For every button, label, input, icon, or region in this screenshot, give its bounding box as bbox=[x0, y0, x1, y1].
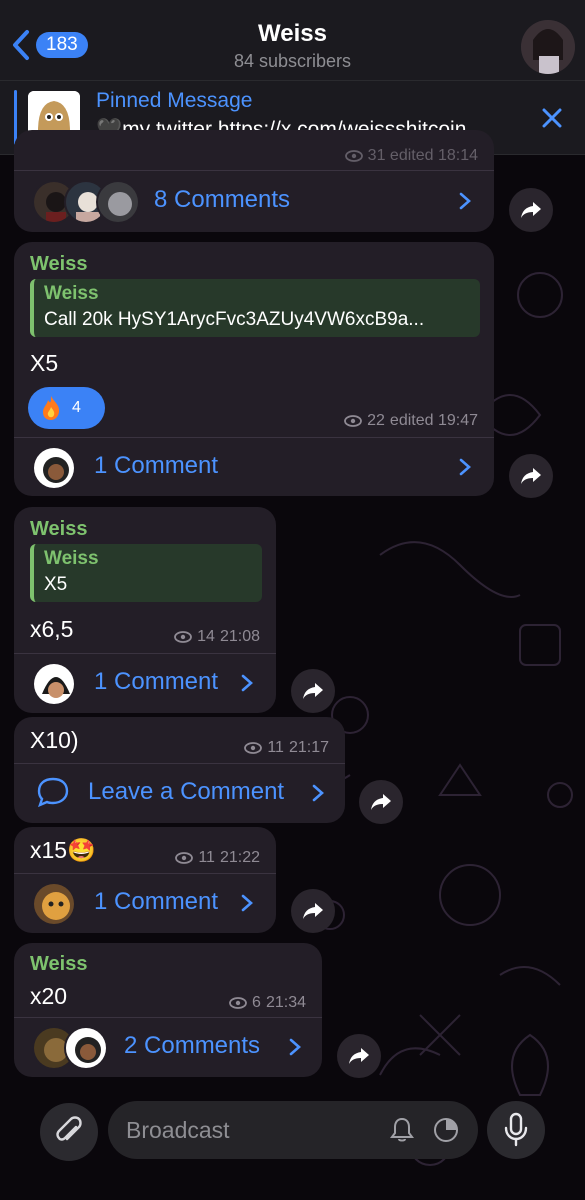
share-arrow-icon bbox=[349, 1048, 369, 1064]
message-bubble[interactable]: x15🤩 11 21:22 1 Comment bbox=[14, 827, 276, 933]
eye-icon bbox=[344, 415, 363, 427]
eye-icon bbox=[344, 150, 363, 162]
chevron-right-icon bbox=[459, 192, 471, 210]
chevron-right-icon bbox=[241, 674, 253, 692]
sender-name: Weiss bbox=[30, 518, 88, 540]
comments-label: 2 Comments bbox=[124, 1032, 261, 1059]
comments-button[interactable]: 1 Comment bbox=[14, 874, 276, 930]
comments-label: 1 Comment bbox=[94, 668, 219, 695]
commenter-avatar bbox=[32, 662, 76, 706]
subscriber-count: 84 subscribers bbox=[233, 51, 352, 71]
comments-label: 1 Comment bbox=[94, 888, 219, 915]
message-text: x6,5 bbox=[30, 616, 74, 642]
quote-text: Call 20k HySY1ArycFvc3AZUy4VW6xcB9a... bbox=[44, 309, 425, 330]
chevron-right-icon bbox=[289, 1038, 301, 1056]
fire-icon bbox=[43, 396, 60, 420]
commenter-avatar bbox=[64, 1026, 108, 1070]
quote-block[interactable]: Weiss X5 bbox=[30, 544, 262, 602]
quote-author: Weiss bbox=[44, 548, 99, 569]
comments-button[interactable]: 8 Comments bbox=[14, 172, 494, 228]
message-time: 21:17 bbox=[288, 739, 329, 756]
forward-button[interactable] bbox=[291, 889, 335, 933]
eye-icon bbox=[175, 852, 194, 864]
eye-icon bbox=[244, 742, 263, 754]
input-placeholder: Broadcast bbox=[126, 1117, 230, 1143]
share-arrow-icon bbox=[521, 468, 541, 484]
message-meta: 11 21:17 bbox=[244, 739, 329, 757]
view-count: 11 bbox=[267, 739, 284, 756]
chevron-right-icon bbox=[241, 894, 253, 912]
message-time: 21:34 bbox=[265, 994, 306, 1011]
comment-bubble-icon bbox=[37, 777, 69, 808]
share-arrow-icon bbox=[521, 202, 541, 218]
message-meta: 22 edited 19:47 bbox=[344, 412, 478, 430]
bell-icon[interactable] bbox=[388, 1116, 416, 1144]
message-bubble[interactable]: 31 edited 18:14 8 Comments bbox=[14, 130, 494, 232]
message-bubble[interactable]: Weiss x20 6 21:34 2 Comments bbox=[14, 943, 322, 1077]
message-meta: 31 edited 18:14 bbox=[344, 147, 478, 165]
comments-label: Leave a Comment bbox=[88, 778, 285, 805]
pinned-title: Pinned Message bbox=[96, 89, 253, 112]
commenter-avatar bbox=[32, 446, 76, 490]
quote-author: Weiss bbox=[44, 283, 99, 304]
message-meta: 6 21:34 bbox=[229, 994, 306, 1012]
comments-button[interactable]: 1 Comment bbox=[14, 438, 494, 494]
timer-icon[interactable] bbox=[432, 1116, 460, 1144]
sender-name: Weiss bbox=[30, 953, 88, 975]
comments-button[interactable]: 1 Comment bbox=[14, 654, 276, 710]
message-time: 21:08 bbox=[219, 628, 260, 645]
paperclip-icon bbox=[56, 1116, 82, 1141]
forward-button[interactable] bbox=[337, 1034, 381, 1078]
quote-block[interactable]: Weiss Call 20k HySY1ArycFvc3AZUy4VW6xcB9… bbox=[30, 279, 480, 337]
view-count: 11 bbox=[198, 849, 215, 866]
message-meta: 11 21:22 bbox=[175, 849, 260, 867]
share-arrow-icon bbox=[303, 903, 323, 919]
forward-button[interactable] bbox=[359, 780, 403, 824]
message-text: x20 bbox=[30, 983, 68, 1009]
message-time: 21:22 bbox=[219, 849, 260, 866]
chevron-right-icon bbox=[312, 784, 324, 802]
attach-button[interactable] bbox=[40, 1103, 98, 1161]
microphone-button[interactable] bbox=[487, 1101, 545, 1159]
chat-header: 183 Weiss 84 subscribers bbox=[0, 0, 585, 80]
share-arrow-icon bbox=[371, 794, 391, 810]
message-text: X10) bbox=[30, 727, 79, 753]
view-count: 6 bbox=[252, 994, 261, 1011]
commenter-avatar bbox=[32, 882, 76, 926]
comments-button[interactable]: 2 Comments bbox=[14, 1018, 322, 1074]
eye-icon bbox=[174, 631, 193, 643]
close-icon[interactable] bbox=[539, 105, 565, 131]
channel-avatar[interactable] bbox=[521, 20, 575, 74]
quote-text: X5 bbox=[44, 574, 68, 595]
message-bubble[interactable]: Weiss Weiss Call 20k HySY1ArycFvc3AZUy4V… bbox=[14, 242, 494, 496]
commenter-avatar bbox=[96, 180, 140, 224]
message-time: edited 19:47 bbox=[389, 412, 478, 429]
divider bbox=[14, 170, 494, 171]
forward-button[interactable] bbox=[509, 188, 553, 232]
comments-label: 8 Comments bbox=[154, 186, 291, 213]
forward-button[interactable] bbox=[291, 669, 335, 713]
view-count: 22 bbox=[367, 412, 385, 429]
chevron-right-icon bbox=[459, 458, 471, 476]
view-count: 14 bbox=[197, 628, 215, 645]
message-text: X5 bbox=[30, 350, 59, 376]
channel-title[interactable]: Weiss bbox=[0, 20, 585, 48]
share-arrow-icon bbox=[303, 683, 323, 699]
message-input[interactable]: Broadcast bbox=[108, 1101, 478, 1159]
reaction-count: 4 bbox=[72, 399, 81, 416]
microphone-icon bbox=[504, 1112, 528, 1147]
message-text: x15🤩 bbox=[30, 837, 96, 863]
forward-button[interactable] bbox=[509, 454, 553, 498]
reaction-chip[interactable]: 4 bbox=[28, 387, 105, 429]
message-bubble[interactable]: Weiss Weiss X5 x6,5 14 21:08 1 Comment bbox=[14, 507, 276, 713]
sender-name: Weiss bbox=[30, 253, 88, 275]
comments-label: 1 Comment bbox=[94, 452, 219, 479]
leave-comment-button[interactable]: Leave a Comment bbox=[14, 764, 345, 820]
avatar-image bbox=[521, 20, 575, 74]
message-bubble[interactable]: X10) 11 21:17 Leave a Comment bbox=[14, 717, 345, 823]
message-meta: 14 21:08 bbox=[174, 628, 260, 646]
eye-icon bbox=[229, 997, 247, 1009]
composer-bar: Broadcast bbox=[0, 1085, 585, 1200]
